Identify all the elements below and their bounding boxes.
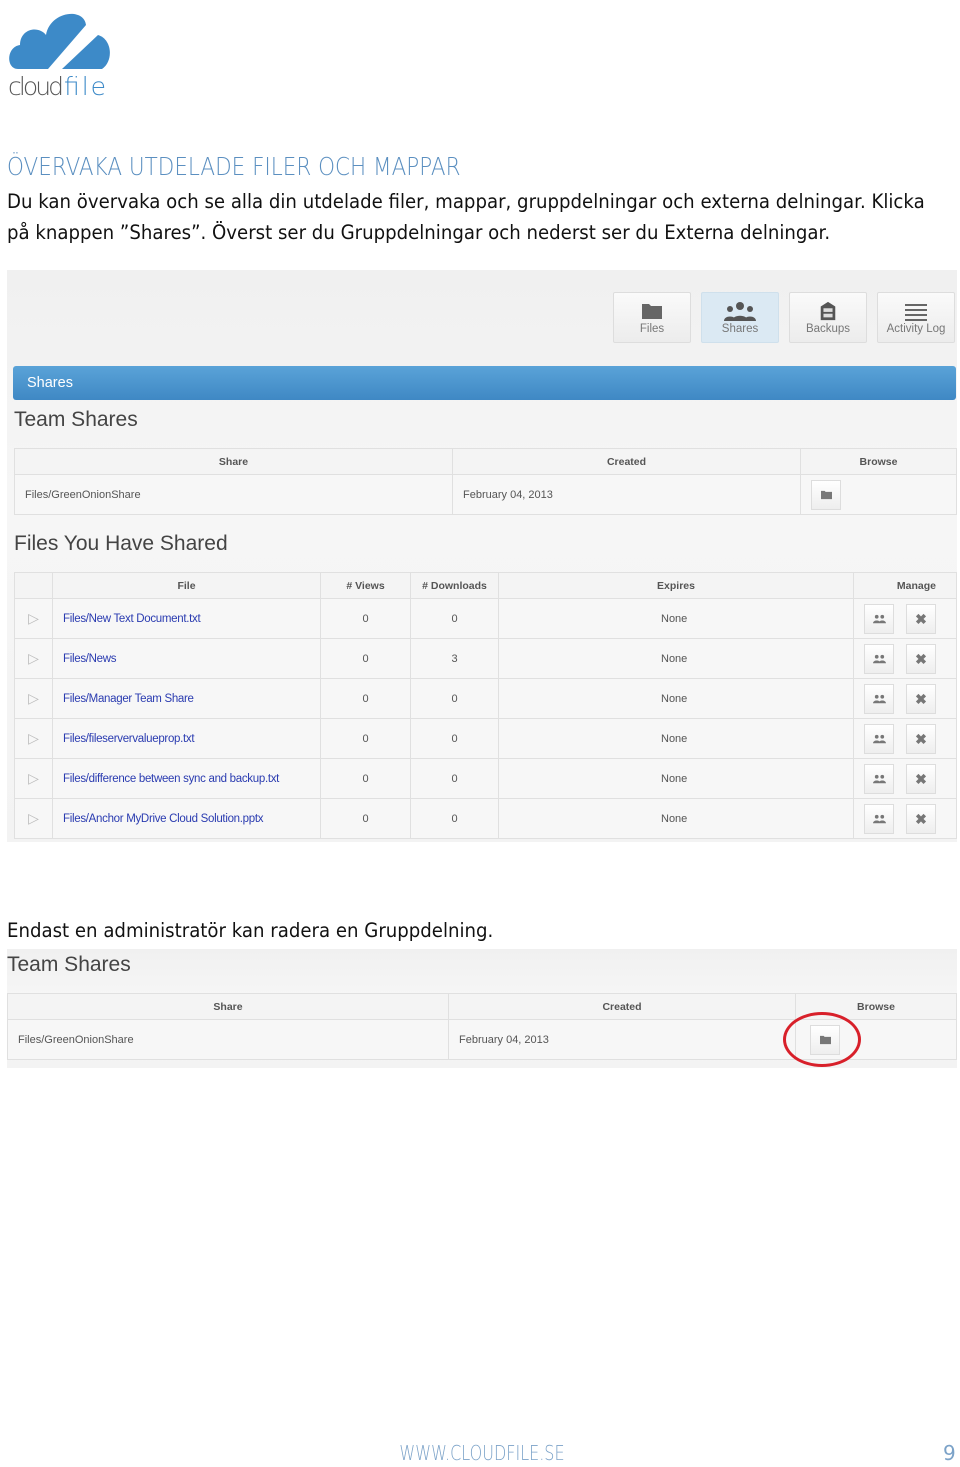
table-row: Files/GreenOnionShare February 04, 2013 — [14, 474, 957, 515]
backups-button[interactable]: Backups — [789, 292, 867, 343]
views: 0 — [320, 798, 411, 839]
cloudfile-logo: cloud file — [8, 13, 110, 98]
play-icon[interactable]: ▷ — [28, 810, 39, 826]
downloads: 0 — [410, 678, 499, 719]
play-icon[interactable]: ▷ — [28, 770, 39, 786]
table-row: ▷ Files/New Text Document.txt 0 0 None ✖ — [14, 598, 957, 639]
expires: None — [498, 598, 854, 639]
delete-share-button[interactable]: ✖ — [906, 683, 936, 714]
expires: None — [498, 638, 854, 679]
expires: None — [498, 718, 854, 759]
admin-note: Endast en administratör kan radera en Gr… — [7, 919, 494, 942]
close-icon: ✖ — [915, 770, 927, 787]
close-icon: ✖ — [915, 810, 927, 827]
users-icon — [872, 615, 886, 624]
downloads: 0 — [410, 718, 499, 759]
shares-screenshot: Files Shares Backups Activity Log Shares… — [7, 270, 957, 842]
views: 0 — [320, 758, 411, 799]
manage-users-button[interactable] — [864, 643, 894, 674]
expires: None — [498, 758, 854, 799]
table-row: ▷ Files/difference between sync and back… — [14, 758, 957, 799]
downloads: 3 — [410, 638, 499, 679]
team-shares-title: Team Shares — [7, 953, 131, 976]
manage-users-button[interactable] — [864, 803, 894, 834]
close-icon: ✖ — [915, 610, 927, 627]
team-shares-title: Team Shares — [14, 408, 138, 431]
manage-users-button[interactable] — [864, 723, 894, 754]
list-icon — [905, 304, 927, 321]
files-shared-table: File # Views # Downloads Expires Manage ▷ Fi… — [14, 572, 957, 839]
table-row: ▷ Files/News 0 3 None ✖ — [14, 638, 957, 679]
folder-icon — [642, 304, 662, 319]
users-icon — [724, 302, 756, 321]
footer-url: WWW.CLOUDFILE.SE — [399, 1441, 565, 1465]
file-link[interactable]: Files/difference between sync and backup… — [63, 773, 279, 785]
users-icon — [872, 695, 886, 704]
play-icon[interactable]: ▷ — [28, 690, 39, 706]
downloads: 0 — [410, 758, 499, 799]
play-icon[interactable]: ▷ — [28, 650, 39, 666]
manage-users-button[interactable] — [864, 683, 894, 714]
browse-folder-button[interactable] — [811, 479, 841, 510]
expires: None — [498, 678, 854, 719]
views: 0 — [320, 678, 411, 719]
delete-share-button[interactable]: ✖ — [906, 723, 936, 754]
team-shares-screenshot: Team Shares Share Created Browse Files/Gre… — [7, 949, 957, 1068]
delete-share-button[interactable]: ✖ — [906, 763, 936, 794]
table-row: ▷ Files/Manager Team Share 0 0 None ✖ — [14, 678, 957, 719]
views: 0 — [320, 598, 411, 639]
intro-paragraph: Du kan övervaka och se alla din utdelade… — [7, 190, 925, 244]
users-icon — [872, 735, 886, 744]
close-icon: ✖ — [915, 650, 927, 667]
files-button[interactable]: Files — [613, 292, 691, 343]
manage-users-button[interactable] — [864, 763, 894, 794]
file-link[interactable]: Files/New Text Document.txt — [63, 613, 201, 625]
users-icon — [872, 655, 886, 664]
file-link[interactable]: Files/Anchor MyDrive Cloud Solution.pptx — [63, 813, 264, 825]
page-number: 9 — [943, 1441, 956, 1465]
table-row: ▷ Files/Anchor MyDrive Cloud Solution.pp… — [14, 798, 957, 839]
svg-text:cloud: cloud — [8, 72, 64, 98]
views: 0 — [320, 718, 411, 759]
highlight-circle — [783, 1012, 861, 1067]
activity-log-button[interactable]: Activity Log — [877, 292, 955, 343]
delete-share-button[interactable]: ✖ — [906, 603, 936, 634]
delete-share-button[interactable]: ✖ — [906, 643, 936, 674]
users-icon — [872, 815, 886, 824]
play-icon[interactable]: ▷ — [28, 730, 39, 746]
file-link[interactable]: Files/News — [63, 653, 117, 665]
users-icon — [872, 775, 886, 784]
svg-text:file: file — [64, 72, 106, 98]
views: 0 — [320, 638, 411, 679]
play-icon[interactable]: ▷ — [28, 610, 39, 626]
folder-icon — [820, 491, 832, 500]
shares-button[interactable]: Shares — [701, 292, 779, 343]
file-link[interactable]: Files/fileservervalueprop.txt — [63, 733, 195, 745]
file-link[interactable]: Files/Manager Team Share — [63, 693, 194, 705]
page-heading: ÖVERVAKA UTDELADE FILER OCH MAPPAR — [7, 152, 461, 181]
downloads: 0 — [410, 798, 499, 839]
expires: None — [498, 798, 854, 839]
cabinet-icon — [820, 301, 836, 321]
files-shared-title: Files You Have Shared — [14, 532, 228, 555]
downloads: 0 — [410, 598, 499, 639]
shares-panel-header: Shares — [13, 366, 956, 400]
close-icon: ✖ — [915, 730, 927, 747]
team-shares-table: Share Created Browse Files/GreenOnionShare… — [14, 448, 957, 515]
delete-share-button[interactable]: ✖ — [906, 803, 936, 834]
close-icon: ✖ — [915, 690, 927, 707]
manage-users-button[interactable] — [864, 603, 894, 634]
table-row: ▷ Files/fileservervalueprop.txt 0 0 None… — [14, 718, 957, 759]
